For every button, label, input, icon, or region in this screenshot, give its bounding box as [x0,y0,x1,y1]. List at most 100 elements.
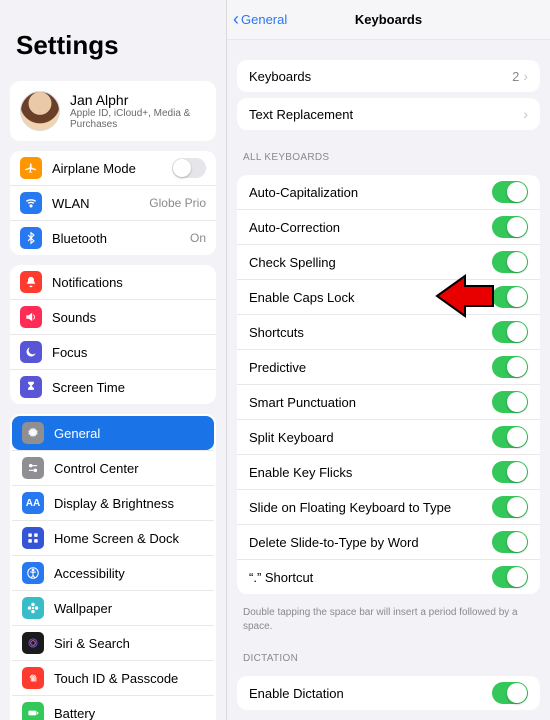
sidebar-item-label: Wallpaper [54,601,204,616]
sidebar-item-label: General [54,426,204,441]
list-item-label: Enable Caps Lock [249,290,492,305]
settings-sidebar: Settings Jan Alphr Apple ID, iCloud+, Me… [0,0,227,720]
sidebar-item-general[interactable]: General [12,416,214,450]
keyboard-toggle-row[interactable]: Slide on Floating Keyboard to Type [237,489,540,524]
switch-toggle[interactable] [492,461,528,483]
keyboard-toggle-row[interactable]: Enable Caps Lock [237,279,540,314]
keyboard-toggle-row[interactable]: Check Spelling [237,244,540,279]
profile-sub: Apple ID, iCloud+, Media & Purchases [70,108,206,130]
sidebar-group-connectivity: Airplane Mode WLAN Globe Prio Bluetooth … [10,151,216,255]
sidebar-item-bluetooth[interactable]: Bluetooth On [10,220,216,255]
list-item-label: Delete Slide-to-Type by Word [249,535,492,550]
sidebar-item-label: Home Screen & Dock [54,531,204,546]
hourglass-icon [20,376,42,398]
avatar [20,91,60,131]
keyboards-link[interactable]: Keyboards 2 › [237,60,540,92]
keyboard-toggle-row[interactable]: Enable Key Flicks [237,454,540,489]
keyboard-toggle-row[interactable]: Auto-Capitalization [237,175,540,209]
back-label: General [241,12,287,27]
switch-toggle[interactable] [492,531,528,553]
sidebar-item-notifications[interactable]: Notifications [10,265,216,299]
airplane-icon [20,157,42,179]
sidebar-item-sounds[interactable]: Sounds [10,299,216,334]
settings-title: Settings [0,0,226,71]
keyboard-toggle-row[interactable]: Predictive [237,349,540,384]
sidebar-item-display[interactable]: AA Display & Brightness [12,485,214,520]
sidebar-item-accessibility[interactable]: Accessibility [12,555,214,590]
sidebar-item-controlcenter[interactable]: Control Center [12,450,214,485]
detail-pane: ‹ General Keyboards Keyboards 2 › Text R… [227,0,550,720]
navbar: ‹ General Keyboards [227,0,550,40]
sidebar-item-label: Battery [54,706,204,720]
sidebar-item-siri[interactable]: Siri & Search [12,625,214,660]
switch-toggle[interactable] [492,426,528,448]
sidebar-item-label: Display & Brightness [54,496,204,511]
switch-toggle[interactable] [492,181,528,203]
all-keyboards-header: ALL KEYBOARDS [227,136,550,169]
enable-dictation-row[interactable]: Enable Dictation [237,676,540,710]
fingerprint-icon [22,667,44,689]
sidebar-item-screentime[interactable]: Screen Time [10,369,216,404]
sidebar-item-homescreen[interactable]: Home Screen & Dock [12,520,214,555]
list-item-label: Text Replacement [249,107,523,122]
switches-icon [22,457,44,479]
keyboard-toggle-row[interactable]: Split Keyboard [237,419,540,454]
keyboard-toggle-row[interactable]: “.” Shortcut [237,559,540,594]
enable-dictation-toggle[interactable] [492,682,528,704]
switch-toggle[interactable] [492,286,528,308]
list-item-value: 2 [512,69,519,84]
sidebar-item-label: Touch ID & Passcode [54,671,204,686]
wifi-icon [20,192,42,214]
sidebar-item-battery[interactable]: Battery [12,695,214,720]
switch-toggle[interactable] [492,321,528,343]
bell-icon [20,271,42,293]
list-item-label: Enable Key Flicks [249,465,492,480]
switch-toggle[interactable] [492,216,528,238]
sidebar-item-label: Sounds [52,310,206,325]
sidebar-item-wallpaper[interactable]: Wallpaper [12,590,214,625]
list-item-label: Enable Dictation [249,686,492,701]
battery-icon [22,702,44,720]
moon-icon [20,341,42,363]
list-item-label: Auto-Capitalization [249,185,492,200]
switch-toggle[interactable] [492,391,528,413]
sidebar-item-label: Notifications [52,275,206,290]
switch-toggle[interactable] [492,496,528,518]
siri-icon [22,632,44,654]
list-item-label: Split Keyboard [249,430,492,445]
keyboard-toggle-row[interactable]: Shortcuts [237,314,540,349]
profile-name: Jan Alphr [70,92,206,108]
keyboard-toggle-row[interactable]: Delete Slide-to-Type by Word [237,524,540,559]
switch-toggle[interactable] [492,566,528,588]
chevron-right-icon: › [523,106,528,122]
sidebar-group-alerts: Notifications Sounds Focus Screen Time [10,265,216,404]
keyboard-toggle-row[interactable]: Auto-Correction [237,209,540,244]
speaker-icon [20,306,42,328]
flower-icon [22,597,44,619]
dictation-header: DICTATION [227,637,550,670]
switch-toggle[interactable] [492,356,528,378]
list-item-label: Auto-Correction [249,220,492,235]
sidebar-item-airplane[interactable]: Airplane Mode [10,151,216,185]
keyboard-toggle-row[interactable]: Smart Punctuation [237,384,540,419]
list-item-label: “.” Shortcut [249,570,492,585]
list-item-label: Keyboards [249,69,512,84]
dictation-group: Enable Dictation [237,676,540,710]
sidebar-item-value: Globe Prio [149,196,206,210]
airplane-toggle[interactable] [172,158,206,178]
sidebar-item-wlan[interactable]: WLAN Globe Prio [10,185,216,220]
all-keyboards-footer: Double tapping the space bar will insert… [227,600,550,637]
accessibility-icon [22,562,44,584]
profile-card[interactable]: Jan Alphr Apple ID, iCloud+, Media & Pur… [10,81,216,141]
switch-toggle[interactable] [492,251,528,273]
sidebar-item-value: On [190,231,206,245]
list-item-label: Predictive [249,360,492,375]
dictation-footer: You can use Dictation for English when y… [227,716,550,720]
sidebar-item-touchid[interactable]: Touch ID & Passcode [12,660,214,695]
bluetooth-icon [20,227,42,249]
textreplacement-link[interactable]: Text Replacement › [237,98,540,130]
back-button[interactable]: ‹ General [227,12,287,27]
sidebar-item-focus[interactable]: Focus [10,334,216,369]
sidebar-item-label: WLAN [52,196,149,211]
sidebar-item-label: Control Center [54,461,204,476]
